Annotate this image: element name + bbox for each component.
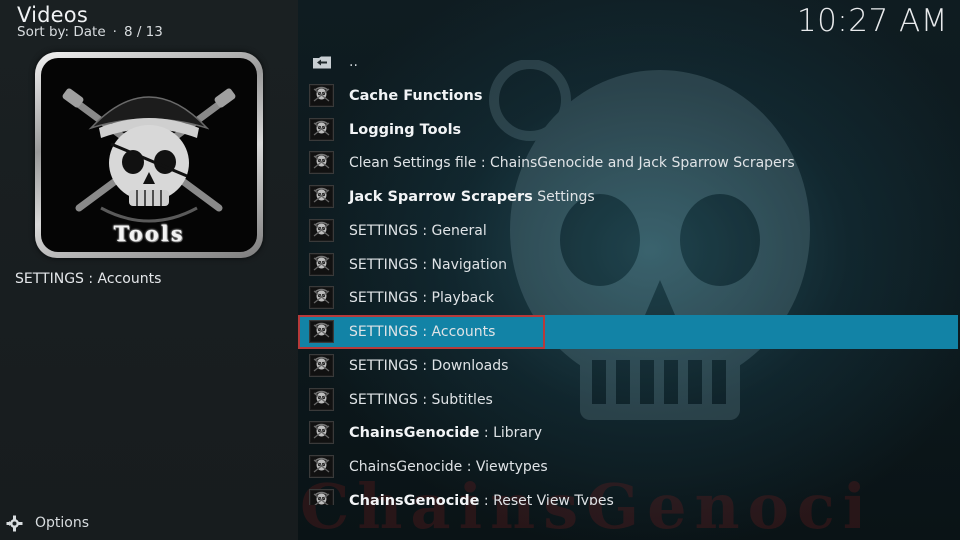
list-item-focused[interactable]: SETTINGS : Accounts	[298, 315, 958, 349]
addon-skull-icon	[309, 455, 334, 478]
list-item[interactable]: ChainsGenocide : Viewtypes	[298, 450, 958, 484]
addon-skull-icon	[309, 353, 334, 377]
item-position: 8 / 13	[123, 24, 163, 40]
options-label: Options	[35, 515, 90, 531]
list-item[interactable]: Clean Settings file : ChainsGenocide and…	[298, 146, 958, 180]
list-item-parent-folder[interactable]: ..	[298, 45, 958, 79]
list-item[interactable]: Jack Sparrow Scrapers Settings	[298, 180, 958, 214]
list-item-label: Logging Tools	[349, 113, 461, 147]
list-item-label: Clean Settings file : ChainsGenocide and…	[349, 146, 795, 180]
list-item-label-bold: Jack Sparrow Scrapers	[349, 189, 533, 205]
info-panel: Videos Sort by: Date · 8 / 13 Tools SETT…	[0, 0, 298, 540]
thumbnail-art: Tools	[41, 58, 257, 252]
list-item-label: SETTINGS : General	[349, 214, 487, 248]
addon-skull-icon	[309, 488, 334, 505]
list-item[interactable]: Logging Tools	[298, 113, 958, 147]
list-item-label: ..	[349, 54, 358, 70]
list-item-label-rest: : Library	[479, 425, 543, 442]
list-item-label-bold: Logging Tools	[349, 121, 462, 138]
list-item[interactable]: ChainsGenocide : Library	[298, 416, 958, 450]
options-button[interactable]: Options	[6, 513, 89, 533]
list-item[interactable]: SETTINGS : General	[298, 214, 958, 248]
list-item-label-rest: SETTINGS : Playback	[349, 290, 495, 307]
list-item[interactable]: SETTINGS : Downloads	[298, 349, 958, 383]
list-item-label: SETTINGS : Subtitles	[349, 383, 493, 417]
addon-skull-icon	[309, 252, 334, 276]
list-item-label: ChainsGenocide : Viewtypes	[349, 450, 548, 484]
list-item-label-bold: ChainsGenocide	[349, 425, 480, 442]
list-item-label-rest: SETTINGS : Navigation	[349, 256, 508, 273]
selected-item-label: SETTINGS : Accounts	[15, 271, 162, 287]
separator-dot: ·	[112, 24, 117, 40]
list-item-label: SETTINGS : Navigation	[349, 248, 507, 282]
addon-thumbnail: Tools	[35, 52, 263, 258]
list-item[interactable]: Cache Functions	[298, 79, 958, 113]
clock: 10:27 AM	[796, 3, 948, 39]
list-item-label: Jack Sparrow Scrapers Settings	[349, 180, 595, 214]
list-item[interactable]: ChainsGenocide : Reset View Types	[298, 484, 958, 505]
thumbnail-caption: Tools	[113, 221, 185, 246]
addon-skull-icon	[309, 421, 334, 445]
list-item[interactable]: SETTINGS : Subtitles	[298, 383, 958, 417]
list-item-label: ChainsGenocide : Reset View Types	[349, 484, 614, 505]
addon-skull-icon	[309, 83, 334, 107]
addon-skull-icon	[309, 286, 334, 310]
list-item-label-rest: SETTINGS : General	[349, 222, 487, 239]
file-list[interactable]: .. Cache Functions Logging Tools Clean Set…	[298, 45, 960, 505]
list-item[interactable]: SETTINGS : Playback	[298, 281, 958, 315]
list-item-label-rest: SETTINGS : Downloads	[349, 357, 509, 374]
addon-skull-icon	[309, 218, 334, 242]
list-item-label-rest: SETTINGS : Subtitles	[349, 391, 493, 408]
list-item-label-bold: Cache Functions	[349, 87, 483, 104]
addon-skull-icon	[309, 151, 334, 175]
list-item-label-rest: Clean Settings file : ChainsGenocide and…	[349, 155, 795, 172]
list-item[interactable]: SETTINGS : Navigation	[298, 248, 958, 282]
list-item-label: SETTINGS : Playback	[349, 281, 494, 315]
list-item-label: SETTINGS : Downloads	[349, 349, 508, 383]
list-item-label-rest: : Reset View Types	[479, 492, 614, 505]
sort-label[interactable]: Sort by: Date	[17, 24, 106, 40]
addon-skull-icon	[309, 185, 334, 208]
sort-status: Sort by: Date · 8 / 13	[17, 24, 163, 40]
addon-skull-icon	[309, 387, 334, 411]
list-item-label: SETTINGS : Accounts	[349, 315, 495, 349]
addon-skull-icon	[309, 117, 334, 141]
parent-folder-icon	[313, 56, 331, 69]
addon-skull-icon	[309, 320, 334, 343]
list-item-label: Cache Functions	[349, 79, 482, 113]
list-item-label-rest: Settings	[532, 189, 595, 205]
options-gear-icon	[6, 515, 23, 531]
list-item-label-bold: ChainsGenocide	[349, 492, 480, 505]
list-item-label: ChainsGenocide : Library	[349, 416, 542, 450]
list-item-label-rest: ChainsGenocide : Viewtypes	[349, 459, 548, 475]
list-item-label-rest: SETTINGS : Accounts	[349, 324, 496, 340]
